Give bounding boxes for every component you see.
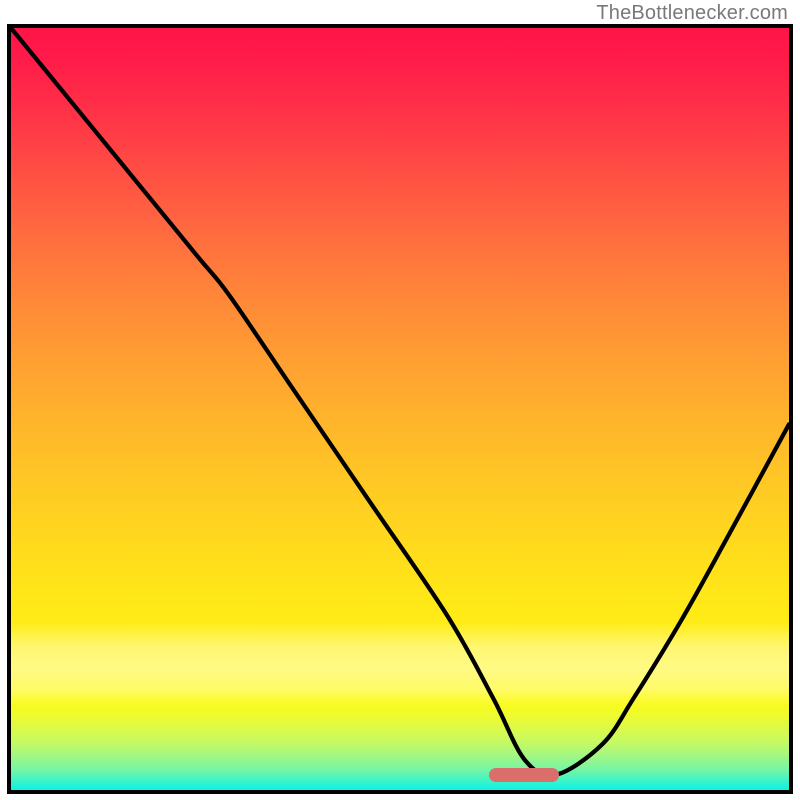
watermark-text: TheBottlenecker.com xyxy=(596,2,788,25)
bottleneck-curve xyxy=(11,28,789,790)
chart-frame xyxy=(7,24,793,794)
optimal-range-indicator xyxy=(489,768,559,782)
